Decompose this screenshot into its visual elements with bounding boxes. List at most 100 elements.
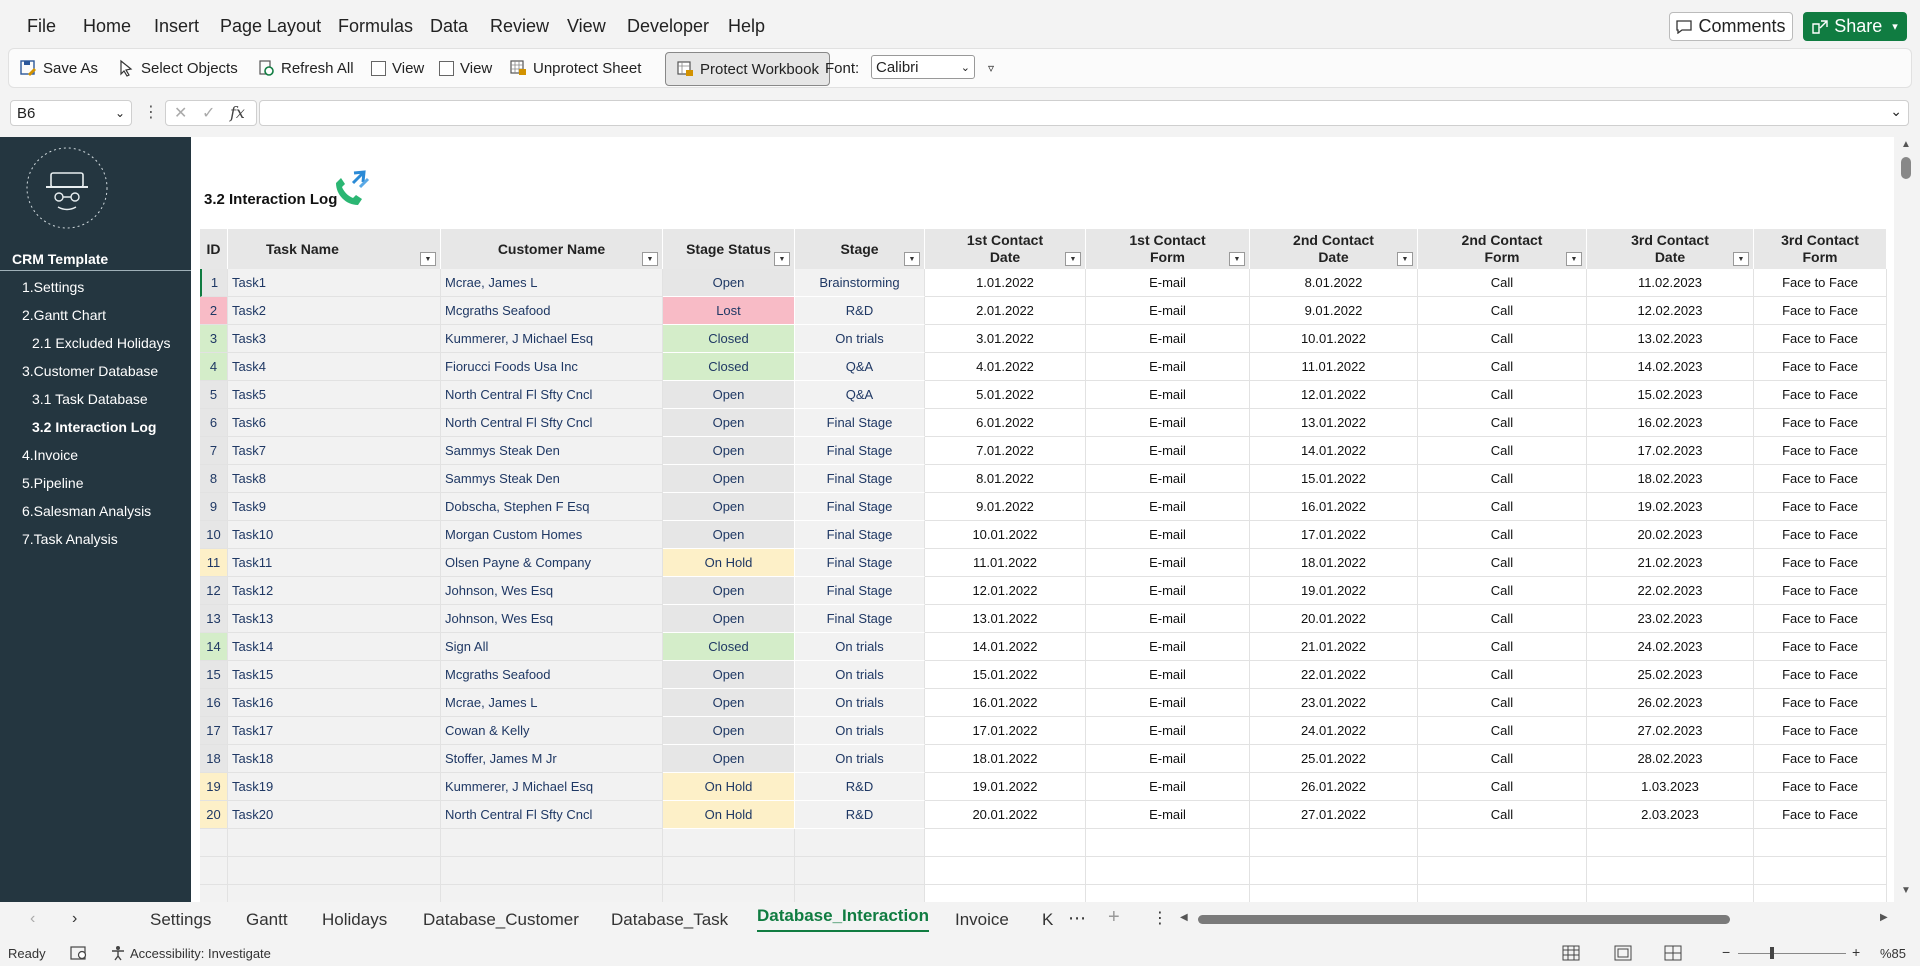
name-box[interactable]: B6 ⌄	[10, 100, 132, 126]
column-header-7[interactable]: 2nd Contact Date ▼	[1250, 229, 1418, 269]
column-header-8[interactable]: 2nd Contact Form ▼	[1418, 229, 1587, 269]
table-cell[interactable]: 2	[200, 297, 228, 325]
menu-home[interactable]: Home	[83, 16, 131, 37]
table-cell[interactable]: Task2	[228, 297, 441, 325]
cancel-icon[interactable]: ✕	[174, 103, 187, 123]
filter-dropdown-icon[interactable]: ▼	[904, 252, 920, 266]
empty-cell[interactable]	[1754, 857, 1887, 885]
table-cell[interactable]: 1.01.2022	[925, 269, 1086, 297]
sidebar-item-5[interactable]: 3.2 Interaction Log	[32, 419, 156, 435]
table-cell[interactable]: Task10	[228, 521, 441, 549]
empty-cell[interactable]	[1418, 885, 1587, 902]
menu-developer[interactable]: Developer	[627, 16, 709, 37]
table-cell[interactable]: 5.01.2022	[925, 381, 1086, 409]
table-cell[interactable]: E-mail	[1086, 521, 1250, 549]
view-checkbox-2[interactable]: View	[439, 57, 492, 79]
table-cell[interactable]: Call	[1418, 633, 1587, 661]
empty-cell[interactable]	[1754, 885, 1887, 902]
column-header-10[interactable]: 3rd Contact Form	[1754, 229, 1887, 269]
table-cell[interactable]: E-mail	[1086, 549, 1250, 577]
empty-cell[interactable]	[441, 885, 663, 902]
table-cell[interactable]: On trials	[795, 325, 925, 353]
table-cell[interactable]: On trials	[795, 717, 925, 745]
empty-cell[interactable]	[925, 885, 1086, 902]
page-layout-view-icon[interactable]	[1614, 945, 1632, 961]
table-cell[interactable]: Face to Face	[1754, 521, 1887, 549]
table-cell[interactable]: 13	[200, 605, 228, 633]
table-cell[interactable]: Call	[1418, 521, 1587, 549]
add-sheet-icon[interactable]: +	[1108, 906, 1120, 929]
zoom-slider-thumb[interactable]	[1770, 947, 1774, 959]
table-cell[interactable]: 9.01.2022	[925, 493, 1086, 521]
table-cell[interactable]: 19.02.2023	[1587, 493, 1754, 521]
table-cell[interactable]: Cowan & Kelly	[441, 717, 663, 745]
table-cell[interactable]: 20.01.2022	[925, 801, 1086, 829]
table-cell[interactable]: Closed	[663, 353, 795, 381]
table-cell[interactable]: Mcgraths Seafood	[441, 661, 663, 689]
empty-cell[interactable]	[663, 857, 795, 885]
table-cell[interactable]: Call	[1418, 689, 1587, 717]
table-cell[interactable]: Open	[663, 745, 795, 773]
table-cell[interactable]: Task13	[228, 605, 441, 633]
table-cell[interactable]: Call	[1418, 325, 1587, 353]
table-cell[interactable]: Olsen Payne & Company	[441, 549, 663, 577]
table-cell[interactable]: Face to Face	[1754, 717, 1887, 745]
table-cell[interactable]: Fiorucci Foods Usa Inc	[441, 353, 663, 381]
table-cell[interactable]: Open	[663, 493, 795, 521]
menu-file[interactable]: File	[27, 16, 56, 37]
sidebar-item-8[interactable]: 6.Salesman Analysis	[22, 503, 151, 519]
sheet-options-icon[interactable]: ⋮	[1152, 908, 1168, 928]
table-cell[interactable]: 26.01.2022	[1250, 773, 1418, 801]
table-cell[interactable]: Face to Face	[1754, 353, 1887, 381]
table-cell[interactable]: 21.02.2023	[1587, 549, 1754, 577]
table-cell[interactable]: 19.01.2022	[1250, 577, 1418, 605]
table-cell[interactable]: Stoffer, James M Jr	[441, 745, 663, 773]
table-cell[interactable]: 3	[200, 325, 228, 353]
formula-input[interactable]: ⌄	[259, 100, 1909, 126]
table-cell[interactable]: Task20	[228, 801, 441, 829]
tab-gantt[interactable]: Gantt	[246, 910, 288, 930]
filter-dropdown-icon[interactable]: ▼	[774, 252, 790, 266]
table-cell[interactable]: Face to Face	[1754, 773, 1887, 801]
table-cell[interactable]: Call	[1418, 465, 1587, 493]
table-cell[interactable]: 20.01.2022	[1250, 605, 1418, 633]
table-cell[interactable]: E-mail	[1086, 745, 1250, 773]
table-cell[interactable]: Call	[1418, 549, 1587, 577]
table-cell[interactable]: Open	[663, 689, 795, 717]
zoom-in-icon[interactable]: +	[1852, 944, 1860, 960]
save-as-button[interactable]: Save As	[19, 57, 98, 79]
table-cell[interactable]: 2.03.2023	[1587, 801, 1754, 829]
horizontal-scroll-thumb[interactable]	[1198, 915, 1730, 924]
menu-formulas[interactable]: Formulas	[338, 16, 413, 37]
table-cell[interactable]: 12.01.2022	[925, 577, 1086, 605]
table-cell[interactable]: 17.01.2022	[925, 717, 1086, 745]
table-cell[interactable]: 23.01.2022	[1250, 689, 1418, 717]
table-cell[interactable]: Final Stage	[795, 577, 925, 605]
tab-settings[interactable]: Settings	[150, 910, 211, 930]
table-cell[interactable]: Face to Face	[1754, 745, 1887, 773]
table-cell[interactable]: On Hold	[663, 773, 795, 801]
view-checkbox-1[interactable]: View	[371, 57, 424, 79]
table-cell[interactable]: Task7	[228, 437, 441, 465]
table-cell[interactable]: 8.01.2022	[1250, 269, 1418, 297]
table-cell[interactable]: Closed	[663, 325, 795, 353]
table-cell[interactable]: E-mail	[1086, 801, 1250, 829]
table-cell[interactable]: North Central Fl Sfty Cncl	[441, 381, 663, 409]
table-cell[interactable]: 13.02.2023	[1587, 325, 1754, 353]
accessibility-icon[interactable]	[110, 945, 126, 961]
table-cell[interactable]: Johnson, Wes Esq	[441, 605, 663, 633]
empty-cell[interactable]	[441, 829, 663, 857]
scroll-down-icon[interactable]: ▼	[1901, 885, 1911, 896]
sidebar-item-0[interactable]: 1.Settings	[22, 279, 84, 295]
table-cell[interactable]: Kummerer, J Michael Esq	[441, 325, 663, 353]
table-cell[interactable]: Task18	[228, 745, 441, 773]
expand-formula-icon[interactable]: ⌄	[1890, 103, 1902, 120]
table-cell[interactable]: E-mail	[1086, 325, 1250, 353]
table-cell[interactable]: Open	[663, 409, 795, 437]
vertical-scrollbar[interactable]: ▲ ▼	[1897, 137, 1915, 902]
table-cell[interactable]: Task1	[228, 269, 441, 297]
table-cell[interactable]: Face to Face	[1754, 325, 1887, 353]
table-cell[interactable]: 9	[200, 493, 228, 521]
table-cell[interactable]: North Central Fl Sfty Cncl	[441, 409, 663, 437]
table-cell[interactable]: E-mail	[1086, 493, 1250, 521]
